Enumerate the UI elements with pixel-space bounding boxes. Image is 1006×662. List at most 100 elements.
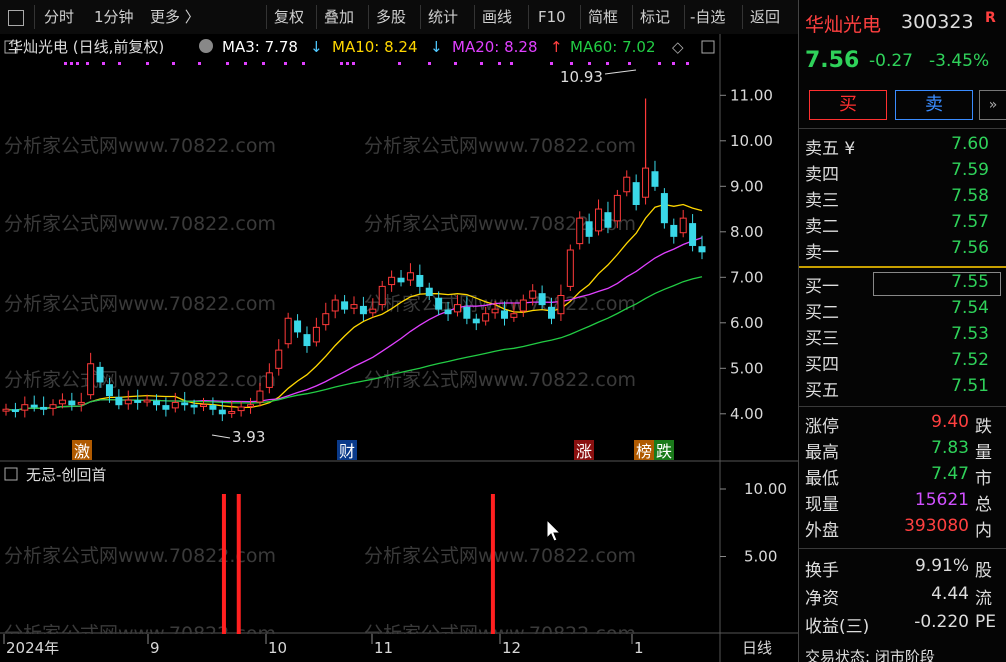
svg-text:分析家公式网www.70822.com: 分析家公式网www.70822.com <box>4 369 276 391</box>
candle <box>247 404 255 408</box>
candle <box>378 285 386 306</box>
x-tick-label: 11 <box>374 639 393 657</box>
quote-tail: 内 <box>975 521 992 541</box>
candle <box>124 399 132 405</box>
candle <box>595 208 603 232</box>
price-change-pct: -3.45% <box>929 51 990 71</box>
quote-row[interactable]: 卖一 7.56 <box>803 236 1003 263</box>
candle <box>228 411 236 414</box>
event-tag-ji[interactable]: 激 <box>74 442 90 461</box>
f10-button[interactable]: F10 <box>538 6 566 28</box>
quote-value: 7.51 <box>951 376 989 396</box>
simple-frame-button[interactable]: 简框 <box>588 6 618 28</box>
candle <box>369 308 377 314</box>
tab-intraday[interactable]: 分时 <box>44 6 74 28</box>
tab-1min[interactable]: 1分钟 <box>94 6 134 28</box>
quote-value: 7.53 <box>951 324 989 344</box>
quote-label: 净资 <box>805 589 839 609</box>
quote-row[interactable]: 卖五 ¥ 7.60 <box>803 132 1003 159</box>
candle <box>388 276 396 286</box>
candle <box>698 246 706 253</box>
candle <box>87 363 95 396</box>
candle <box>576 217 584 245</box>
signal-dot <box>454 62 457 65</box>
quote-label: 卖二 <box>805 217 839 237</box>
quote-row[interactable]: 卖二 7.57 <box>803 210 1003 237</box>
tab-more[interactable]: 更多 〉 <box>150 6 200 28</box>
quote-tail: 总 <box>975 495 992 515</box>
svg-text:分析家公式网www.70822.com: 分析家公式网www.70822.com <box>364 135 636 157</box>
quote-row[interactable]: 买二 7.54 <box>803 296 1003 323</box>
quote-row[interactable]: 现量 15621 总 <box>803 488 1003 515</box>
quote-value: 9.91% <box>914 556 969 576</box>
candle <box>406 272 414 281</box>
candle <box>134 400 142 403</box>
svg-text:分析家公式网www.70822.com: 分析家公式网www.70822.com <box>364 623 636 634</box>
candle <box>209 405 217 410</box>
candle <box>171 401 179 409</box>
quote-row[interactable]: 买四 7.52 <box>803 348 1003 375</box>
svg-text:分析家公式网www.70822.com: 分析家公式网www.70822.com <box>364 545 636 567</box>
candle <box>11 409 19 413</box>
event-tag-die[interactable]: 跌 <box>656 442 672 461</box>
signal-dot <box>628 62 631 65</box>
back-button[interactable]: 返回 <box>750 6 780 28</box>
signal-dot <box>86 62 89 65</box>
quote-row[interactable]: 买三 7.53 <box>803 322 1003 349</box>
quote-row[interactable]: 卖三 7.58 <box>803 184 1003 211</box>
signal-dot <box>244 62 247 65</box>
quote-value: 393080 <box>904 516 969 536</box>
sell-button[interactable]: 卖 <box>895 90 973 120</box>
event-tag-bang[interactable]: 榜 <box>636 442 652 461</box>
candle <box>40 406 48 410</box>
svg-text:分析家公式网www.70822.com: 分析家公式网www.70822.com <box>4 545 276 567</box>
quote-label: 卖一 <box>805 243 839 263</box>
event-tag-cai[interactable]: 财 <box>339 442 355 461</box>
quote-label: 买一 <box>805 277 839 297</box>
mark-button[interactable]: 标记 <box>640 6 670 28</box>
quote-row[interactable]: 最高 7.83 量 <box>803 436 1003 463</box>
y-tick-label: 5.00 <box>730 359 763 377</box>
quote-row[interactable]: 买一 7.55 <box>803 270 1003 297</box>
signal-dot <box>70 62 73 65</box>
settings-icon[interactable] <box>199 39 213 53</box>
candle <box>510 313 518 318</box>
quote-row[interactable]: 收益(三) -0.220 PE <box>803 610 1003 637</box>
quote-row[interactable]: 最低 7.47 市 <box>803 462 1003 489</box>
period-label[interactable]: 日线 <box>742 639 772 657</box>
quote-row[interactable]: 卖四 7.59 <box>803 158 1003 185</box>
price-chart[interactable]: 分析家公式网www.70822.com 分析家公式网www.70822.com 分析… <box>0 34 798 462</box>
quote-row[interactable]: 买五 7.51 <box>803 374 1003 401</box>
candle <box>491 308 499 314</box>
svg-text:分析家公式网www.70822.com: 分析家公式网www.70822.com <box>4 135 276 157</box>
buy-button[interactable]: 买 <box>809 90 887 120</box>
quote-label: 收益(三) <box>805 617 870 637</box>
statistics-button[interactable]: 统计 <box>428 6 458 28</box>
quote-label: 最低 <box>805 469 839 489</box>
ma20-legend: MA20: 8.28 <box>452 38 538 56</box>
indicator-chart[interactable]: 分析家公式网www.70822.com 分析家公式网www.70822.com 分析… <box>0 462 798 634</box>
date-axis: 2024年 9 10 11 12 1 日线 <box>0 634 798 662</box>
signal-dot <box>146 62 149 65</box>
multi-stock-button[interactable]: 多股 <box>376 6 406 28</box>
overlay-button[interactable]: 叠加 <box>324 6 354 28</box>
signal-dot <box>64 62 67 65</box>
more-chevron-icon[interactable]: » <box>979 90 1006 120</box>
signal-dot <box>226 62 229 65</box>
event-tag-zhang[interactable]: 涨 <box>576 442 592 461</box>
candle <box>181 402 189 406</box>
watchlist-button[interactable]: -自选 <box>690 6 725 28</box>
window-restore-icon[interactable] <box>8 10 24 26</box>
quote-row[interactable]: 涨停 9.40 跌 <box>803 410 1003 437</box>
svg-text:分析家公式网www.70822.com: 分析家公式网www.70822.com <box>364 369 636 391</box>
restore-rights-button[interactable]: 复权 <box>274 6 304 28</box>
signal-dot <box>102 62 105 65</box>
candle <box>435 297 443 310</box>
draw-line-button[interactable]: 画线 <box>482 6 512 28</box>
quote-value: 7.58 <box>951 186 989 206</box>
candle <box>453 304 461 313</box>
quote-row[interactable]: 换手 9.91% 股 <box>803 554 1003 581</box>
candle <box>472 318 480 324</box>
quote-row[interactable]: 净资 4.44 流 <box>803 582 1003 609</box>
quote-row[interactable]: 外盘 393080 内 <box>803 514 1003 541</box>
